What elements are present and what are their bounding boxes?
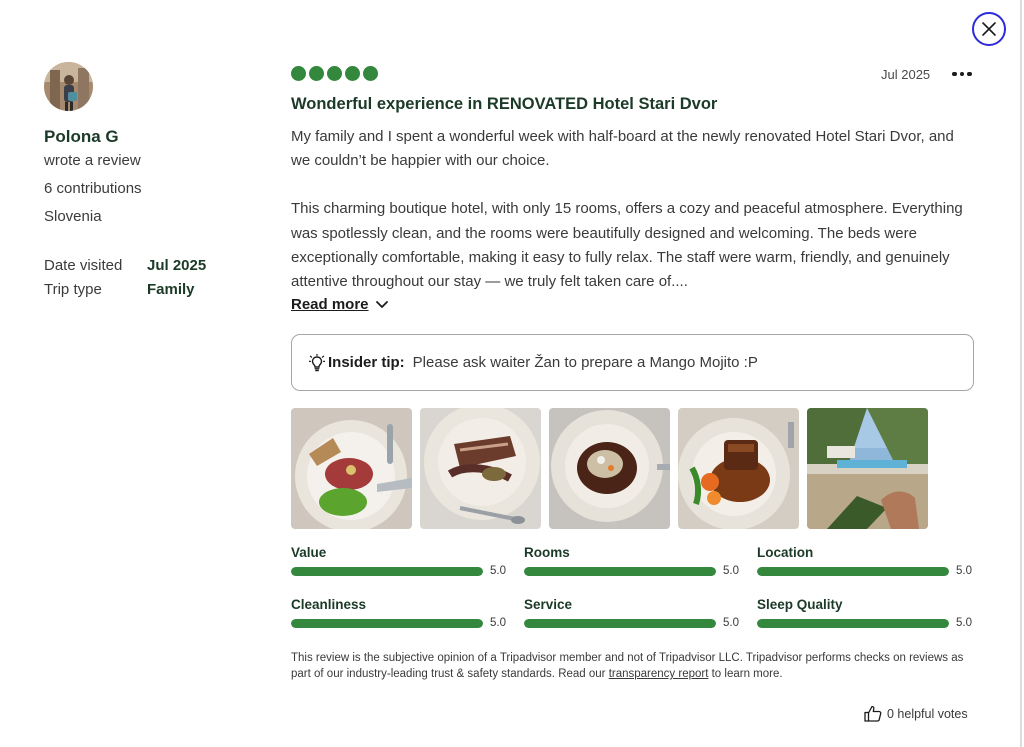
rating-bar	[524, 618, 716, 628]
photo-sliced-meat[interactable]	[420, 408, 541, 529]
helpful-votes-label: 0 helpful votes	[887, 706, 968, 721]
avatar[interactable]	[44, 62, 93, 111]
rating-service: Service 5.0	[524, 597, 741, 629]
rating-bubble	[363, 66, 378, 81]
rating-score: 5.0	[956, 617, 972, 629]
lightbulb-icon	[309, 353, 325, 371]
read-more-button[interactable]: Read more	[291, 296, 389, 313]
rating-bubble	[291, 66, 306, 81]
rating-label: Service	[524, 597, 573, 612]
rating-score: 5.0	[723, 617, 739, 629]
review-photos	[291, 408, 928, 529]
insider-tip: Insider tip: Please ask waiter Žan to pr…	[291, 334, 974, 391]
rating-bar	[757, 566, 949, 576]
review-date: Jul 2025	[881, 67, 931, 82]
rating-bar	[291, 618, 483, 628]
review-title[interactable]: Wonderful experience in RENOVATED Hotel …	[291, 95, 717, 114]
scroll-edge	[1020, 0, 1022, 747]
rating-score: 5.0	[723, 565, 739, 577]
rating-bubble	[327, 66, 342, 81]
helpful-votes-button[interactable]: 0 helpful votes	[864, 705, 968, 722]
more-options-button[interactable]	[950, 66, 974, 82]
review-action-text: wrote a review	[44, 152, 141, 169]
rating-location: Location 5.0	[757, 545, 974, 577]
rating-score: 5.0	[490, 617, 506, 629]
review-paragraph: This charming boutique hotel, with only …	[291, 200, 963, 291]
insider-tip-label: Insider tip:	[328, 354, 405, 371]
rating-bubble	[345, 66, 360, 81]
review-body: My family and I spent a wonderful week w…	[291, 125, 971, 318]
date-visited-label: Date visited	[44, 257, 123, 274]
photo-pork-belly[interactable]	[678, 408, 799, 529]
rating-bubbles	[291, 66, 378, 81]
rating-score: 5.0	[490, 565, 506, 577]
reviewer-name[interactable]: Polona G	[44, 127, 119, 147]
close-button[interactable]	[972, 12, 1006, 46]
photo-tartare[interactable]	[291, 408, 412, 529]
photo-risotto[interactable]	[549, 408, 670, 529]
rating-label: Cleanliness	[291, 597, 367, 612]
rating-sleep-quality: Sleep Quality 5.0	[757, 597, 974, 629]
rating-cleanliness: Cleanliness 5.0	[291, 597, 508, 629]
insider-tip-text: Please ask waiter Žan to prepare a Mango…	[412, 354, 758, 371]
rating-bar	[291, 566, 483, 576]
review-modal: Polona G wrote a review 6 contributions …	[0, 0, 1022, 747]
photo-poolside[interactable]	[807, 408, 928, 529]
rating-value: Value 5.0	[291, 545, 508, 577]
rating-rooms: Rooms 5.0	[524, 545, 741, 577]
reviewer-location: Slovenia	[44, 208, 102, 225]
rating-bubble	[309, 66, 324, 81]
transparency-report-link[interactable]: transparency report	[609, 668, 709, 680]
more-icon	[952, 71, 957, 77]
rating-label: Location	[757, 545, 814, 560]
chevron-down-icon	[375, 300, 388, 308]
read-more-label: Read more	[291, 296, 369, 313]
trip-type-value: Family	[147, 281, 195, 298]
review-disclaimer: This review is the subjective opinion of…	[291, 652, 964, 680]
rating-bar	[757, 618, 949, 628]
rating-label: Value	[291, 545, 327, 560]
rating-bar	[524, 566, 716, 576]
rating-label: Sleep Quality	[757, 597, 843, 612]
close-icon	[982, 22, 996, 36]
rating-score: 5.0	[956, 565, 972, 577]
thumbs-up-icon	[864, 705, 882, 722]
review-paragraph: My family and I spent a wonderful week w…	[291, 128, 954, 170]
contributions-count: 6 contributions	[44, 180, 142, 197]
trip-type-label: Trip type	[44, 281, 102, 298]
date-visited-value: Jul 2025	[147, 257, 207, 274]
rating-label: Rooms	[524, 545, 570, 560]
